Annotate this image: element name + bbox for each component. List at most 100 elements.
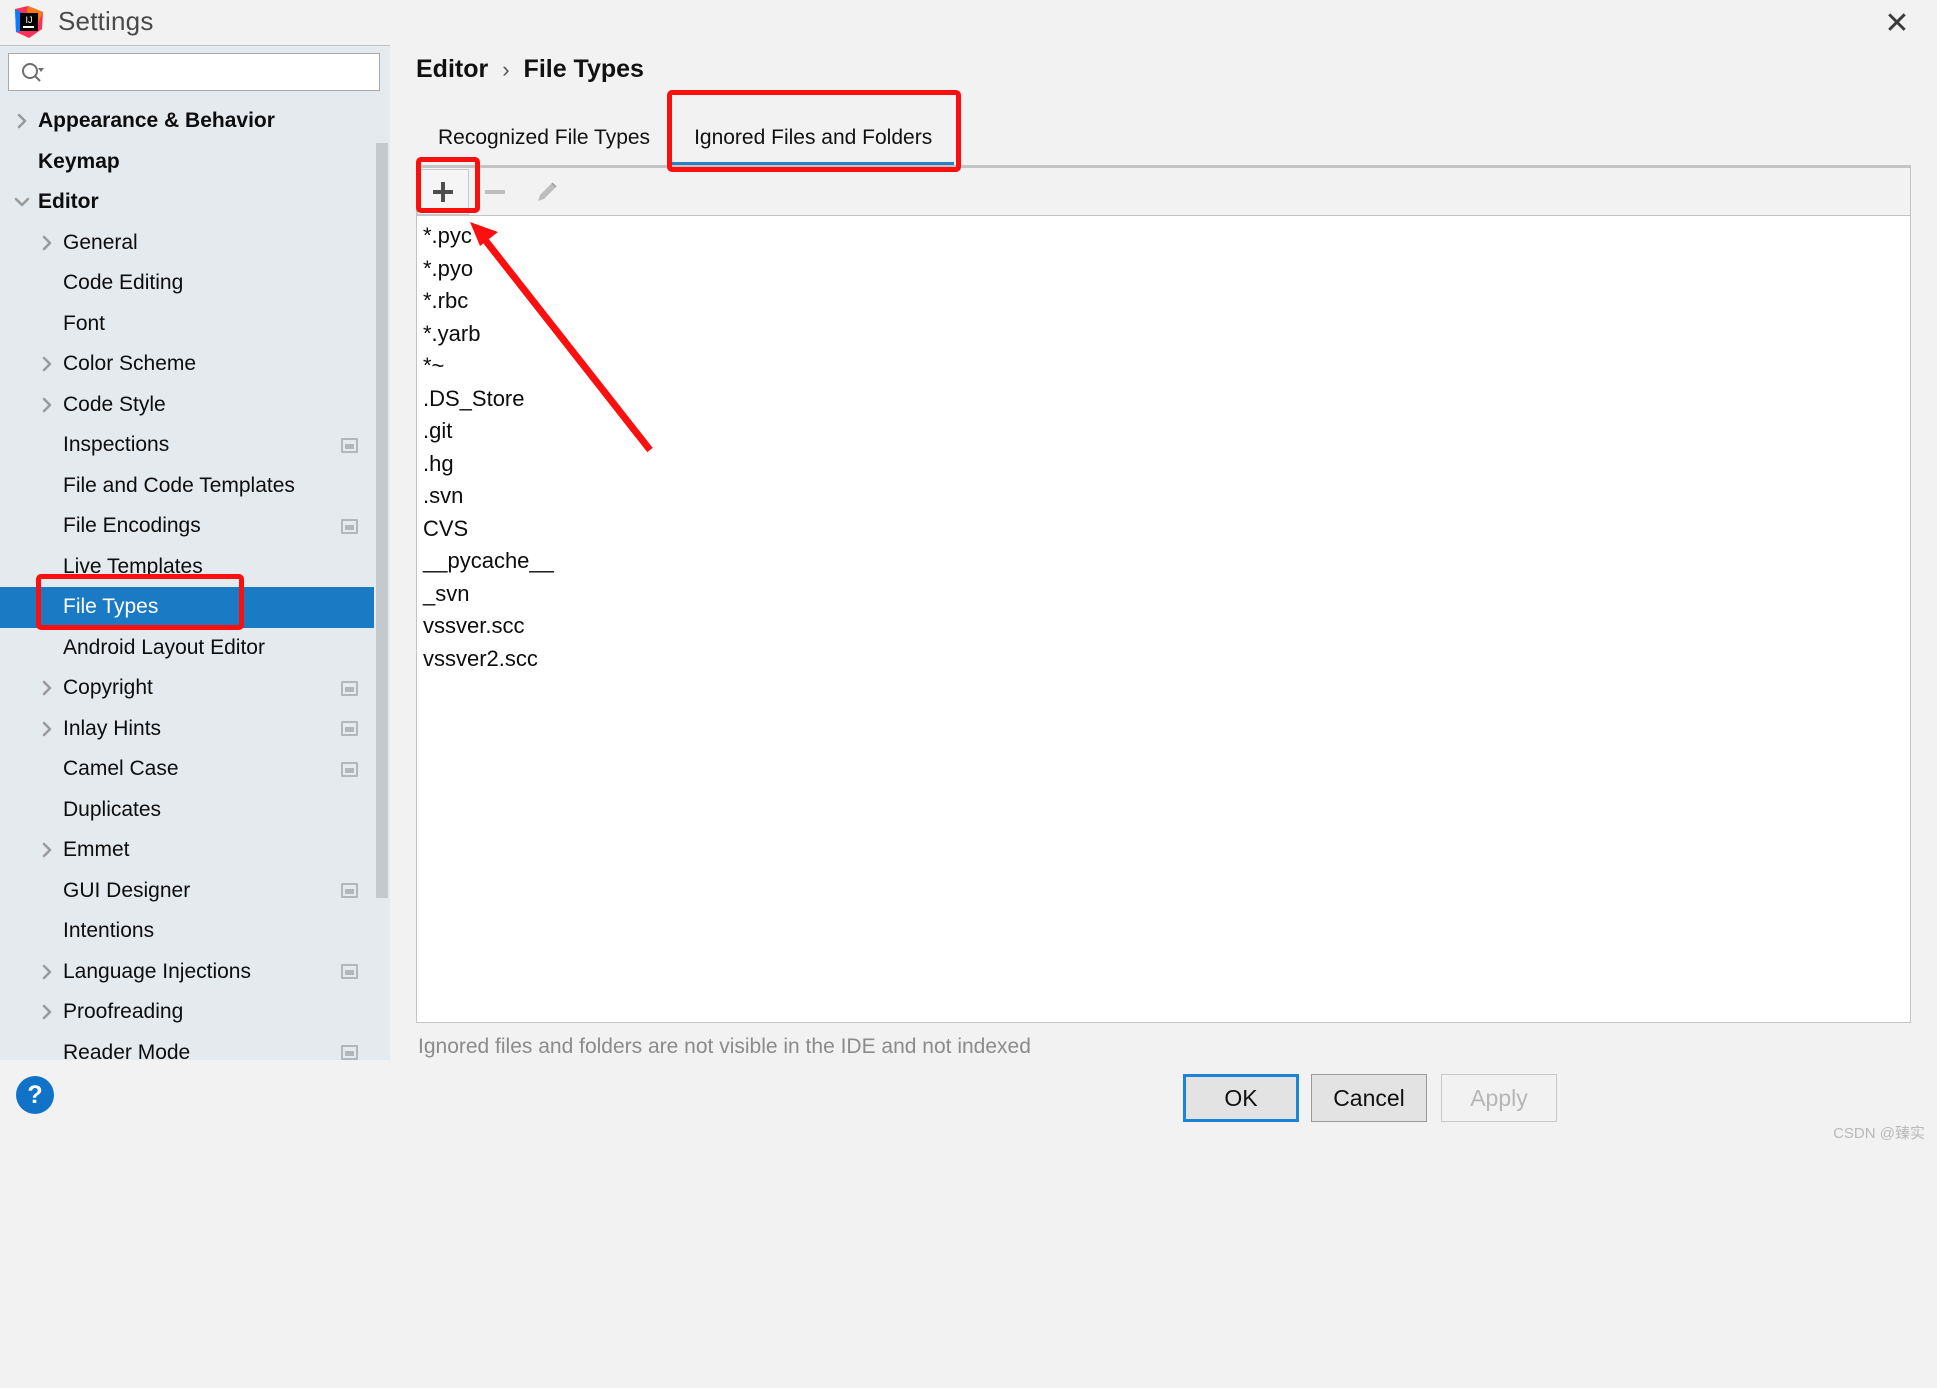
tab-ignored-files-and-folders[interactable]: Ignored Files and Folders bbox=[672, 109, 955, 167]
sidebar-scrollbar-track[interactable] bbox=[374, 101, 390, 1060]
list-item[interactable]: .git bbox=[417, 415, 1910, 448]
help-question-icon[interactable]: ? bbox=[16, 1076, 54, 1114]
sidebar-item-label: Font bbox=[63, 311, 106, 335]
sidebar-item-label: General bbox=[63, 230, 138, 254]
chevron-right-icon[interactable] bbox=[37, 678, 57, 698]
list-item[interactable]: *.pyo bbox=[417, 253, 1910, 286]
sidebar-item-color-scheme[interactable]: Color Scheme bbox=[0, 344, 390, 385]
close-icon[interactable]: ✕ bbox=[1875, 3, 1919, 43]
ignored-files-list[interactable]: *.pyc *.pyo *.rbc *.yarb *~ .DS_Store .git .hg.… bbox=[416, 215, 1911, 1023]
sidebar-item-label: Editor bbox=[38, 190, 99, 214]
apply-button: Apply bbox=[1441, 1074, 1557, 1122]
sidebar-item-editor[interactable]: Editor bbox=[0, 182, 390, 223]
sidebar-item-file-encodings[interactable]: File Encodings bbox=[0, 506, 390, 547]
sidebar-item-android-layout-editor[interactable]: Android Layout Editor bbox=[0, 628, 390, 669]
intellij-idea-logo: IJ bbox=[15, 6, 43, 38]
sidebar-item-live-templates[interactable]: Live Templates bbox=[0, 547, 390, 588]
window-title: Settings bbox=[58, 6, 154, 36]
sidebar-item-general[interactable]: General bbox=[0, 223, 390, 264]
chevron-right-icon[interactable] bbox=[37, 719, 57, 739]
scope-indicator-icon bbox=[341, 721, 358, 737]
list-item[interactable]: *.yarb bbox=[417, 318, 1910, 351]
sidebar-item-label: File Encodings bbox=[63, 514, 201, 538]
title-bar: IJ Settings ✕ bbox=[0, 0, 1937, 45]
chevron-right-icon[interactable] bbox=[37, 840, 57, 860]
sidebar-item-file-types[interactable]: File Types bbox=[0, 587, 390, 628]
chevron-right-icon[interactable] bbox=[12, 111, 32, 131]
sidebar-item-copyright[interactable]: Copyright bbox=[0, 668, 390, 709]
sidebar-item-label: Emmet bbox=[63, 838, 130, 862]
svg-text:IJ: IJ bbox=[25, 15, 32, 25]
sidebar-item-label: File Types bbox=[63, 595, 159, 619]
scope-indicator-icon bbox=[341, 680, 358, 696]
tab-recognized-file-types[interactable]: Recognized File Types bbox=[416, 109, 672, 167]
ok-button[interactable]: OK bbox=[1183, 1074, 1299, 1122]
chevron-right-icon bbox=[42, 1004, 52, 1020]
sidebar-item-font[interactable]: Font bbox=[0, 304, 390, 345]
list-item[interactable]: *.pyc bbox=[417, 220, 1910, 253]
sidebar-item-label: Camel Case bbox=[63, 757, 179, 781]
sidebar-item-label: Language Injections bbox=[63, 959, 251, 983]
list-item[interactable]: .DS_Store bbox=[417, 383, 1910, 416]
sidebar-item-label: Reader Mode bbox=[63, 1040, 191, 1060]
sidebar-item-intentions[interactable]: Intentions bbox=[0, 911, 390, 952]
cancel-button[interactable]: Cancel bbox=[1311, 1074, 1427, 1122]
chevron-down-icon bbox=[14, 197, 30, 207]
settings-tree[interactable]: Appearance & Behavior Keymap Editor General… bbox=[0, 101, 390, 1060]
list-item[interactable]: _svn bbox=[417, 578, 1910, 611]
list-toolbar bbox=[416, 167, 1911, 215]
scope-indicator-icon bbox=[341, 437, 358, 453]
sidebar-item-proofreading[interactable]: Proofreading bbox=[0, 992, 390, 1033]
chevron-right-icon[interactable] bbox=[37, 395, 57, 415]
chevron-right-icon[interactable] bbox=[37, 962, 57, 982]
list-item[interactable]: __pycache__ bbox=[417, 545, 1910, 578]
sidebar-scrollbar-thumb[interactable] bbox=[376, 143, 388, 898]
sidebar-item-inlay-hints[interactable]: Inlay Hints bbox=[0, 709, 390, 750]
search-icon bbox=[22, 63, 44, 82]
sidebar-item-emmet[interactable]: Emmet bbox=[0, 830, 390, 871]
search-input[interactable] bbox=[50, 61, 350, 83]
list-item[interactable]: vssver2.scc bbox=[417, 643, 1910, 676]
sidebar-item-language-injections[interactable]: Language Injections bbox=[0, 952, 390, 993]
list-item[interactable]: .svn bbox=[417, 480, 1910, 513]
sidebar-item-appearance-behavior[interactable]: Appearance & Behavior bbox=[0, 101, 390, 142]
chevron-right-icon bbox=[42, 842, 52, 858]
settings-sidebar: Appearance & Behavior Keymap Editor General… bbox=[0, 45, 390, 1060]
sidebar-item-label: Color Scheme bbox=[63, 352, 197, 376]
sidebar-item-inspections[interactable]: Inspections bbox=[0, 425, 390, 466]
chevron-right-icon bbox=[17, 113, 27, 129]
sidebar-item-keymap[interactable]: Keymap bbox=[0, 142, 390, 183]
list-item[interactable]: *~ bbox=[417, 350, 1910, 383]
sidebar-item-label: Duplicates bbox=[63, 797, 162, 821]
chevron-right-icon bbox=[42, 397, 52, 413]
sidebar-item-file-and-code-templates[interactable]: File and Code Templates bbox=[0, 466, 390, 507]
sidebar-item-camel-case[interactable]: Camel Case bbox=[0, 749, 390, 790]
sidebar-item-duplicates[interactable]: Duplicates bbox=[0, 790, 390, 831]
breadcrumb-root[interactable]: Editor bbox=[416, 55, 488, 84]
chevron-right-icon[interactable] bbox=[37, 233, 57, 253]
sidebar-item-reader-mode[interactable]: Reader Mode bbox=[0, 1033, 390, 1060]
list-item[interactable]: .hg bbox=[417, 448, 1910, 481]
list-item[interactable]: CVS bbox=[417, 513, 1910, 546]
breadcrumb-separator-icon: › bbox=[502, 56, 510, 82]
chevron-right-icon bbox=[42, 356, 52, 372]
sidebar-item-code-style[interactable]: Code Style bbox=[0, 385, 390, 426]
sidebar-item-label: Inlay Hints bbox=[63, 716, 162, 740]
sidebar-item-gui-designer[interactable]: GUI Designer bbox=[0, 871, 390, 912]
chevron-right-icon bbox=[42, 964, 52, 980]
sidebar-item-label: File and Code Templates bbox=[63, 473, 295, 497]
tab-bar[interactable]: Recognized File Types Ignored Files and F… bbox=[416, 107, 1911, 167]
breadcrumb: Editor › File Types bbox=[416, 55, 644, 84]
search-box[interactable] bbox=[8, 53, 380, 91]
chevron-right-icon[interactable] bbox=[37, 354, 57, 374]
sidebar-top-divider bbox=[0, 45, 390, 46]
chevron-down-icon[interactable] bbox=[12, 192, 32, 212]
sidebar-item-code-editing[interactable]: Code Editing bbox=[0, 263, 390, 304]
add-button[interactable] bbox=[417, 168, 469, 215]
list-item[interactable]: *.rbc bbox=[417, 285, 1910, 318]
sidebar-item-label: Intentions bbox=[63, 919, 155, 943]
sidebar-item-label: Code Editing bbox=[63, 271, 184, 295]
list-item[interactable]: vssver.scc bbox=[417, 610, 1910, 643]
scope-indicator-icon bbox=[341, 964, 358, 980]
chevron-right-icon[interactable] bbox=[37, 1002, 57, 1022]
